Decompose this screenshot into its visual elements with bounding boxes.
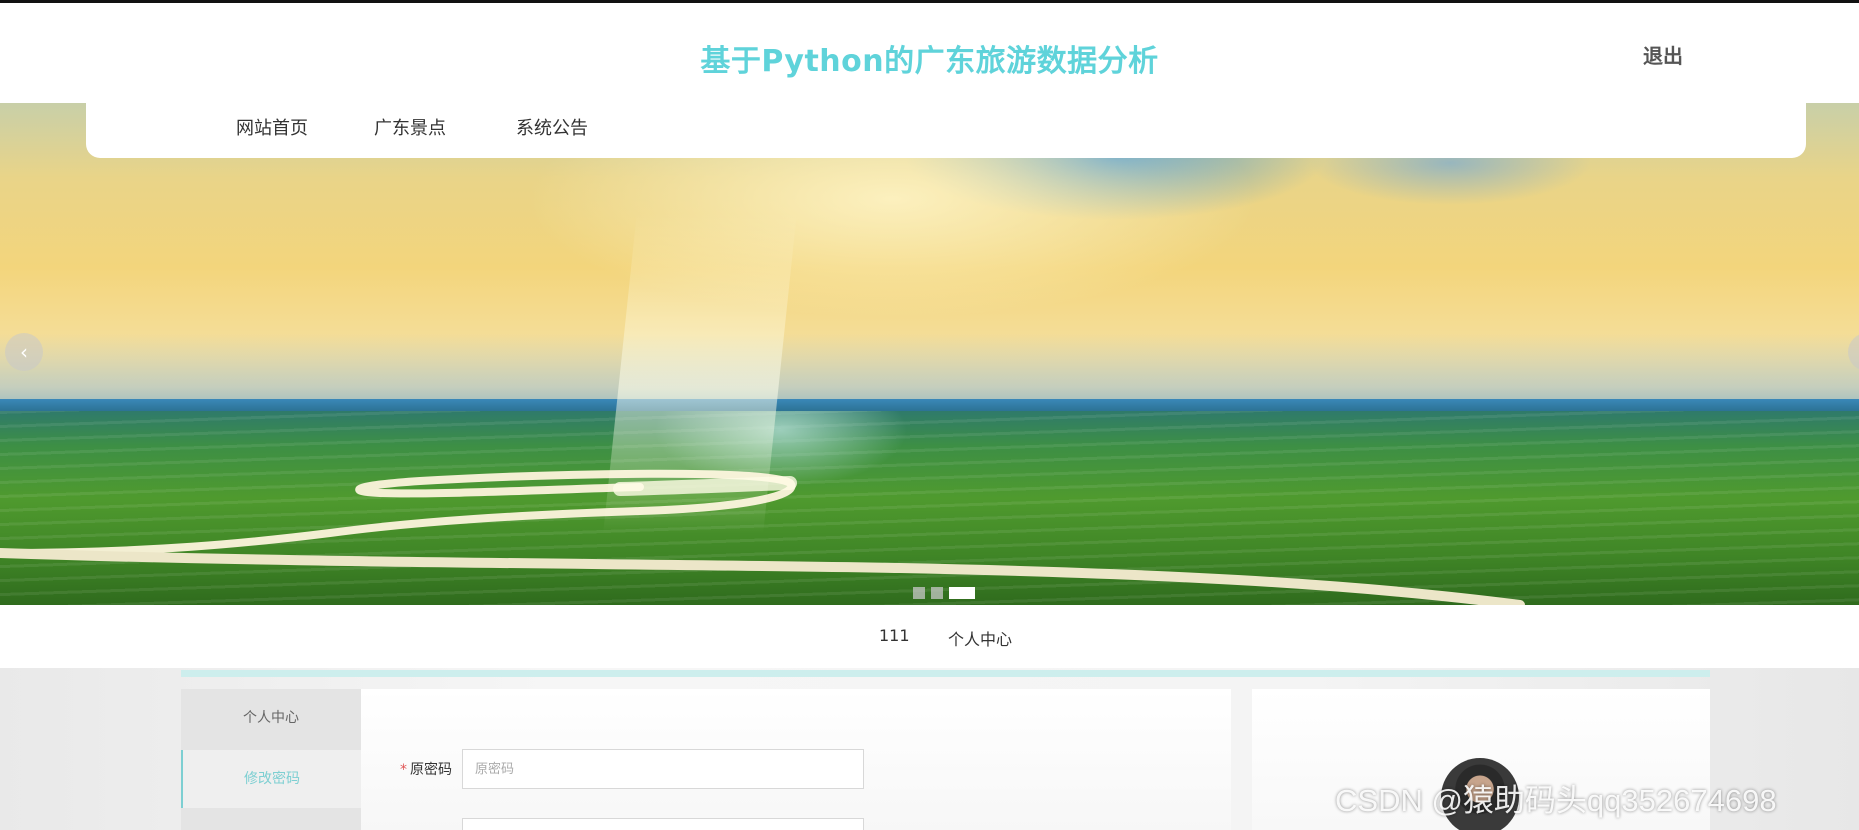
nav-item-attractions[interactable]: 广东景点 (374, 114, 446, 140)
top-border (0, 0, 1859, 3)
breadcrumb-personal-center[interactable]: 个人中心 (948, 626, 1012, 650)
carousel-dot-active[interactable] (949, 587, 975, 599)
content-top-divider (181, 670, 1710, 677)
chevron-left-icon: ‹ (20, 340, 28, 364)
watermark-text: CSDN @猿助码头qq352674698 (1335, 783, 1777, 818)
old-password-label-text: 原密码 (410, 762, 452, 778)
carousel-dot[interactable] (931, 587, 943, 599)
carousel-prev-button[interactable]: ‹ (5, 333, 43, 371)
carousel-indicators (913, 587, 975, 599)
main-nav: 网站首页 广东景点 系统公告 (86, 86, 1806, 158)
sidebar-item-change-password[interactable]: 修改密码 (181, 750, 361, 808)
carousel-dot[interactable] (913, 587, 925, 599)
sidebar-item-personal-center[interactable]: 个人中心 (181, 689, 361, 747)
nav-item-announcements[interactable]: 系统公告 (516, 114, 588, 140)
banner-sunrays (603, 213, 797, 533)
breadcrumb-user: 111 (879, 626, 910, 645)
old-password-label: * 原密码 (400, 759, 452, 779)
required-marker: * (400, 762, 407, 778)
nav-item-home[interactable]: 网站首页 (236, 114, 308, 140)
account-sidebar: 个人中心 修改密码 (181, 689, 361, 830)
old-password-input[interactable] (462, 749, 864, 789)
hero-carousel: ‹ › (0, 103, 1859, 605)
logout-button[interactable]: 退出 (1643, 40, 1683, 69)
banner-river (0, 469, 1525, 605)
new-password-input[interactable] (462, 818, 864, 830)
site-title: 基于Python的广东旅游数据分析 (700, 44, 1159, 79)
